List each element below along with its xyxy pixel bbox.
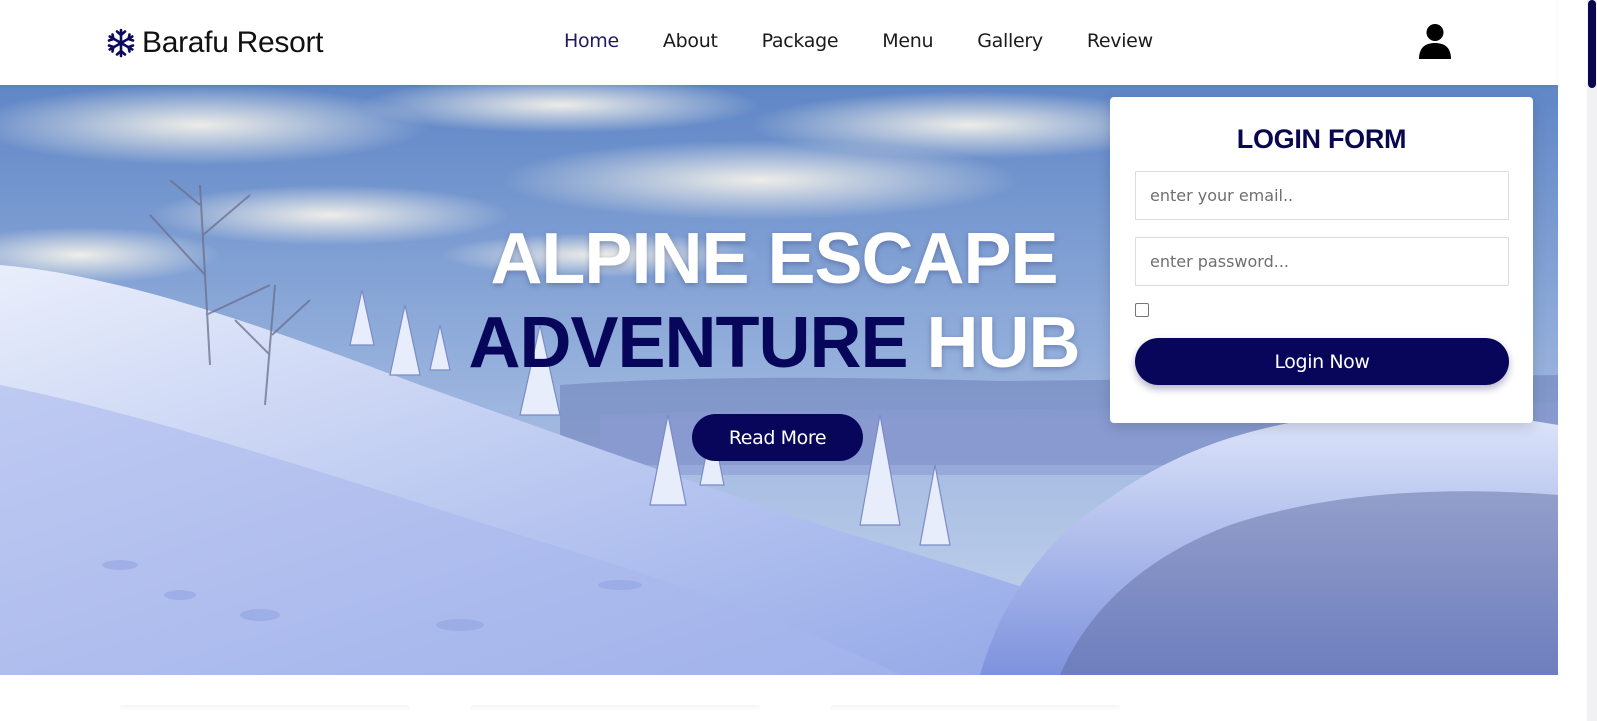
nav-menu[interactable]: Menu xyxy=(882,30,933,52)
login-form: LOGIN FORM Login Now xyxy=(1110,97,1533,423)
nav-home[interactable]: Home xyxy=(564,30,619,52)
nav-gallery[interactable]: Gallery xyxy=(977,30,1043,52)
hero-heading-plain: HUB xyxy=(926,303,1081,383)
email-field[interactable] xyxy=(1135,171,1509,220)
section-hint xyxy=(830,705,1120,711)
login-now-button[interactable]: Login Now xyxy=(1135,338,1509,385)
nav-review[interactable]: Review xyxy=(1087,30,1153,52)
hero-heading-accent: ADVENTURE xyxy=(468,303,908,383)
snowflake-icon xyxy=(107,28,135,58)
scrollbar-thumb[interactable] xyxy=(1588,0,1596,88)
login-form-title: LOGIN FORM xyxy=(1236,124,1407,154)
main-nav: Home About Package Menu Gallery Review xyxy=(564,30,1153,52)
nav-package[interactable]: Package xyxy=(762,30,839,52)
below-hero-section xyxy=(0,675,1556,721)
nav-about[interactable]: About xyxy=(663,30,718,52)
user-icon[interactable] xyxy=(1418,23,1452,59)
section-hint xyxy=(470,705,760,711)
brand-logo[interactable]: Barafu Resort xyxy=(106,24,323,62)
read-more-button[interactable]: Read More xyxy=(692,414,863,461)
top-navbar: Barafu Resort Home About Package Menu Ga… xyxy=(0,0,1556,85)
section-hint xyxy=(120,705,410,711)
page: Barafu Resort Home About Package Menu Ga… xyxy=(0,0,1597,721)
brand-name: Barafu Resort xyxy=(142,26,324,59)
scrollbar-track[interactable] xyxy=(1587,0,1597,721)
remember-checkbox[interactable] xyxy=(1135,303,1149,317)
password-field[interactable] xyxy=(1135,237,1509,286)
